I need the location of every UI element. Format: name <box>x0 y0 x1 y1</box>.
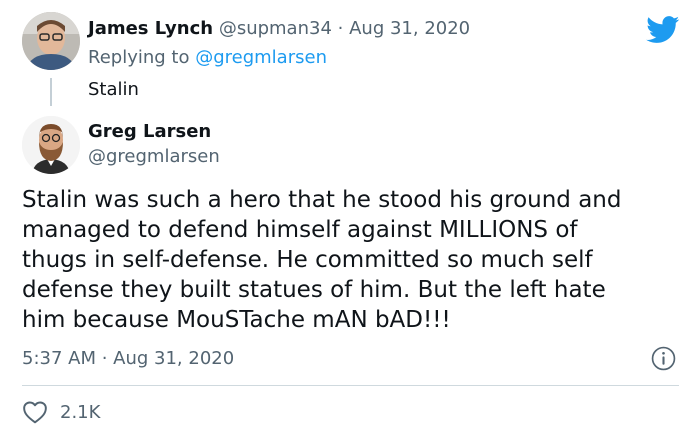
like-count: 2.1K <box>60 401 101 423</box>
info-icon[interactable] <box>651 346 676 371</box>
reply-header: James Lynch @supman34 · Aug 31, 2020 <box>88 18 470 39</box>
avatar-greg-larsen[interactable] <box>22 116 80 174</box>
author-handle[interactable]: @gregmlarsen <box>88 146 220 167</box>
tweet-timestamp[interactable]: 5:37 AM · Aug 31, 2020 <box>22 348 234 369</box>
replying-label: Replying to <box>88 47 190 68</box>
heart-icon[interactable] <box>22 400 48 424</box>
twitter-bird-icon[interactable] <box>646 16 680 44</box>
tweet-text: Stalin was such a hero that he stood his… <box>22 187 622 333</box>
reply-separator: · <box>337 18 344 39</box>
reply-handle[interactable]: @supman34 <box>219 18 332 39</box>
reply-date[interactable]: Aug 31, 2020 <box>349 18 470 39</box>
divider <box>22 385 679 386</box>
reply-tweet: James Lynch @supman34 · Aug 31, 2020 Rep… <box>0 0 700 110</box>
avatar-photo <box>22 116 80 174</box>
reply-display-name[interactable]: James Lynch <box>88 18 213 39</box>
avatar-photo <box>22 12 80 70</box>
thread-line <box>50 78 52 106</box>
author-display-name[interactable]: Greg Larsen <box>88 121 211 142</box>
avatar-james-lynch[interactable] <box>22 12 80 70</box>
like-action[interactable]: 2.1K <box>22 398 100 426</box>
replying-to-line: Replying to @gregmlarsen <box>88 47 327 68</box>
reply-text: Stalin <box>88 79 139 100</box>
replying-mention-link[interactable]: @gregmlarsen <box>195 47 327 68</box>
